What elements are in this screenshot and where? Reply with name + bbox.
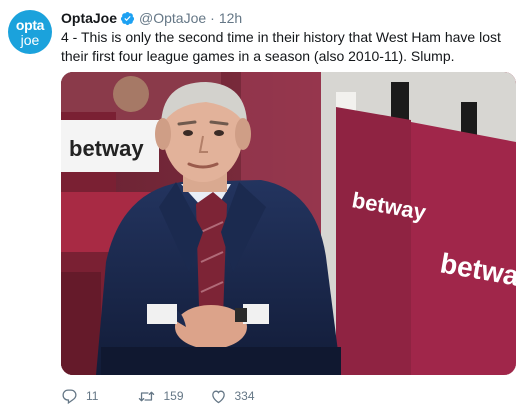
avatar-text-opta: opta bbox=[15, 17, 45, 33]
tweet-text: 4 - This is only the second time in thei… bbox=[61, 29, 501, 64]
photo-sponsor-text: betway bbox=[69, 136, 144, 161]
tweet-card[interactable]: opta joe OptaJoe @OptaJoe · 12h 4 - This… bbox=[0, 0, 527, 414]
heart-icon bbox=[211, 390, 225, 403]
reply-icon bbox=[62, 388, 77, 404]
author-name[interactable]: OptaJoe bbox=[61, 10, 117, 26]
tweet-photo[interactable]: betway betway betway bbox=[61, 72, 516, 375]
retweet-button[interactable]: 159 bbox=[138, 388, 184, 405]
verified-badge-icon bbox=[120, 11, 135, 25]
tweet-actions: 11 159 334 bbox=[61, 386, 281, 406]
like-button[interactable]: 334 bbox=[210, 388, 255, 405]
retweet-count: 159 bbox=[163, 389, 184, 403]
avatar[interactable]: opta joe bbox=[8, 10, 52, 54]
author-handle[interactable]: @OptaJoe bbox=[139, 10, 206, 26]
like-count: 334 bbox=[234, 389, 255, 403]
reply-count: 11 bbox=[86, 389, 99, 403]
tweet-header: OptaJoe @OptaJoe · 12h bbox=[61, 9, 242, 27]
retweet-icon bbox=[139, 391, 155, 401]
avatar-text-joe: joe bbox=[20, 32, 40, 48]
header-separator: · bbox=[210, 10, 215, 26]
reply-button[interactable]: 11 bbox=[61, 388, 112, 405]
photo-scene: betway betway betway bbox=[61, 72, 516, 375]
tweet-timestamp[interactable]: 12h bbox=[219, 10, 242, 26]
